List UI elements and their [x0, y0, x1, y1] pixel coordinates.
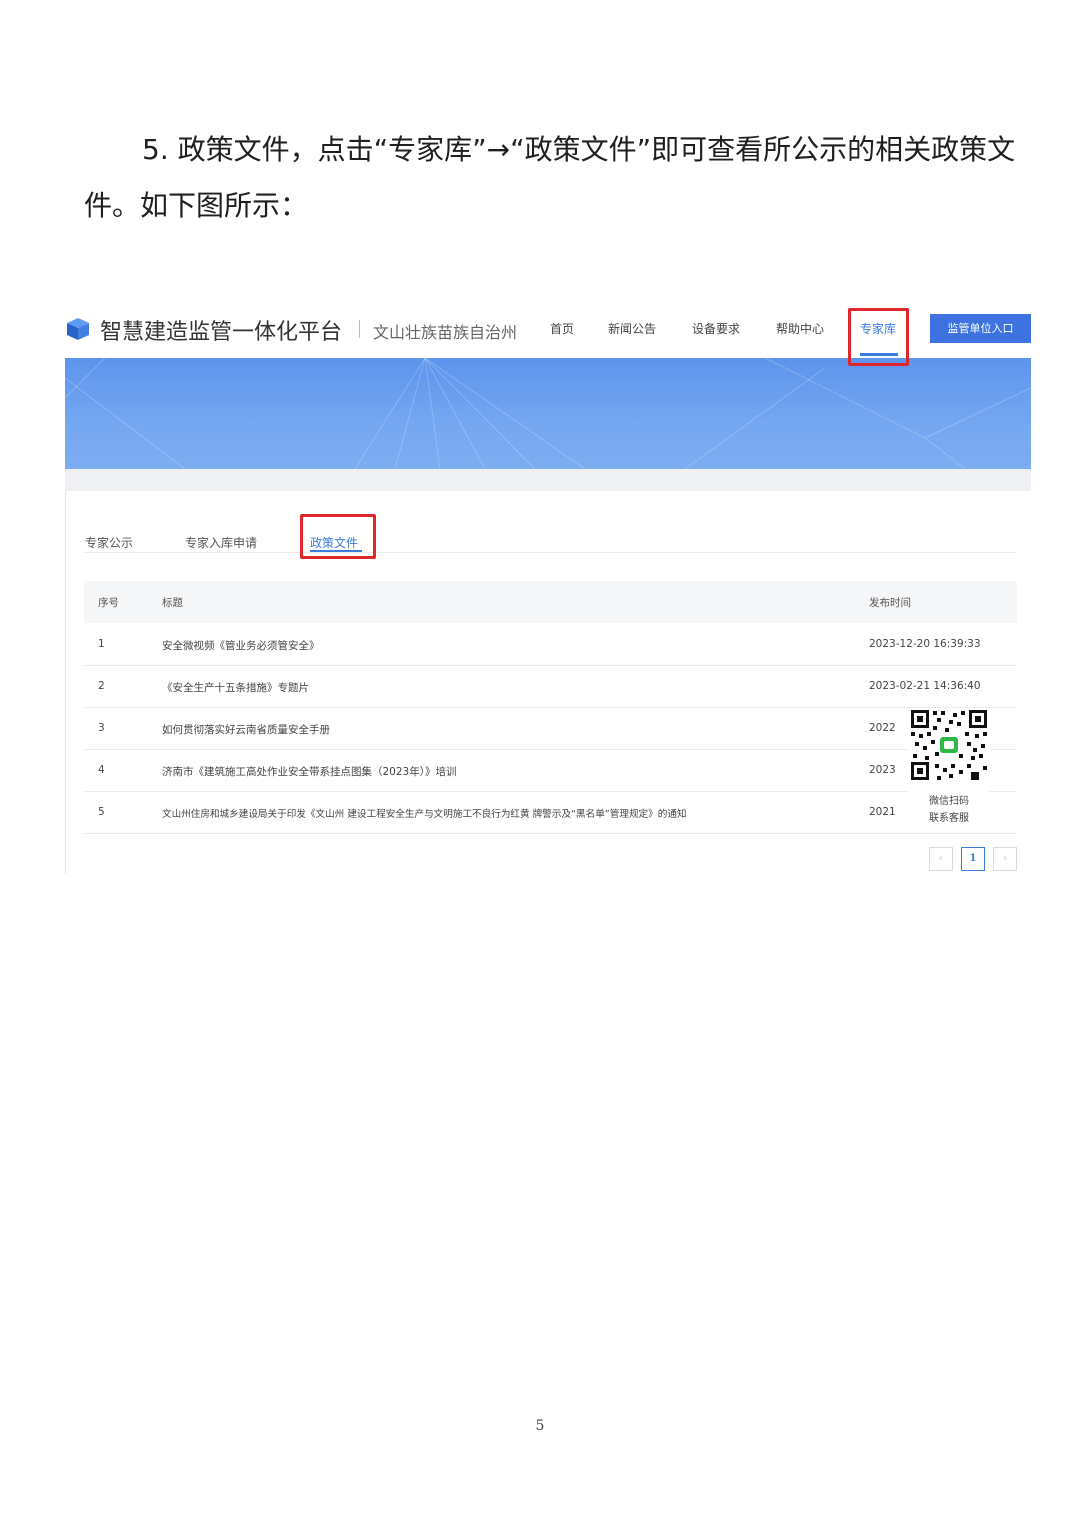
nav-news[interactable]: 新闻公告	[608, 320, 656, 337]
intro-number: 5.	[142, 133, 169, 166]
table-header: 序号 标题 发布时间	[84, 581, 1017, 623]
table-row[interactable]: 2 《安全生产十五条措施》专题片 2023-02-21 14:36:40	[84, 665, 1017, 708]
intro-text: 政策文件，点击“专家库”→“政策文件”即可查看所公示的相关政策文件。如下图所示：	[84, 133, 1016, 222]
tab-divider	[84, 552, 1017, 553]
row-date: 2021	[869, 806, 896, 818]
row-date: 2023	[869, 764, 896, 776]
page-number: 5	[535, 1418, 545, 1434]
row-date: 2022	[869, 722, 896, 734]
qr-label-scan: 微信扫码	[929, 796, 969, 807]
pager-next-button[interactable]: ›	[993, 847, 1017, 871]
row-index: 3	[98, 722, 105, 734]
cube-logo-icon	[67, 318, 89, 340]
row-index: 4	[98, 764, 105, 776]
tab-expert-publicity[interactable]: 专家公示	[85, 534, 133, 551]
pager-prev-button[interactable]: ‹	[929, 847, 953, 871]
table-row[interactable]: 3 如何贯彻落实好云南省质量安全手册 2022	[84, 707, 1017, 750]
region-name: 文山壮族苗族自治州	[373, 323, 518, 342]
tab-expert-application[interactable]: 专家入库申请	[185, 534, 257, 551]
section-gap	[65, 469, 1031, 491]
table-row[interactable]: 4 济南市《建筑施工高处作业安全带系挂点图集（2023年）》培训 2023	[84, 749, 1017, 792]
nav-home[interactable]: 首页	[550, 320, 574, 337]
row-index: 2	[98, 680, 105, 692]
qr-code-icon	[909, 708, 989, 782]
customer-service-qr-card[interactable]: 微信扫码 联系客服	[909, 708, 989, 828]
intro-paragraph: 5. 政策文件，点击“专家库”→“政策文件”即可查看所公示的相关政策文件。如下图…	[84, 122, 1024, 234]
content-panel: 专家公示 专家入库申请 政策文件 序号 标题 发布时间 1 安全微视频《管业务必…	[65, 491, 1032, 874]
banner-pattern	[65, 358, 1031, 469]
qr-label-service: 联系客服	[929, 813, 969, 824]
table-row[interactable]: 1 安全微视频《管业务必须管安全》 2023-12-20 16:39:33	[84, 623, 1017, 666]
nav-equipment[interactable]: 设备要求	[692, 320, 740, 337]
nav-help[interactable]: 帮助中心	[776, 320, 824, 337]
row-index: 1	[98, 638, 105, 650]
header-index: 序号	[98, 597, 119, 609]
header-title: 标题	[162, 597, 183, 609]
row-title[interactable]: 济南市《建筑施工高处作业安全带系挂点图集（2023年）》培训	[162, 764, 456, 779]
table-row[interactable]: 5 文山州住房和城乡建设局关于印发《文山州 建设工程安全生产与文明施工不良行为红…	[84, 791, 1017, 834]
highlight-box-overlay	[848, 308, 909, 366]
highlight-box-policy-tab	[300, 514, 376, 559]
row-title[interactable]: 如何贯彻落实好云南省质量安全手册	[162, 722, 330, 737]
hero-banner	[65, 358, 1031, 469]
row-date: 2023-02-21 14:36:40	[869, 680, 981, 692]
row-title[interactable]: 《安全生产十五条措施》专题片	[162, 680, 309, 695]
platform-screenshot: 智慧建造监管一体化平台 文山壮族苗族自治州 首页 新闻公告 设备要求 帮助中心 …	[65, 300, 1032, 874]
pager-page-1[interactable]: 1	[961, 847, 985, 871]
header-date: 发布时间	[869, 597, 911, 609]
row-date: 2023-12-20 16:39:33	[869, 638, 981, 650]
platform-title: 智慧建造监管一体化平台	[100, 320, 343, 345]
supervisor-entry-button[interactable]: 监管单位入口	[930, 314, 1031, 343]
title-divider	[359, 320, 360, 338]
row-title[interactable]: 安全微视频《管业务必须管安全》	[162, 638, 320, 653]
row-title[interactable]: 文山州住房和城乡建设局关于印发《文山州 建设工程安全生产与文明施工不良行为红黄 …	[162, 806, 687, 820]
row-index: 5	[98, 806, 105, 818]
